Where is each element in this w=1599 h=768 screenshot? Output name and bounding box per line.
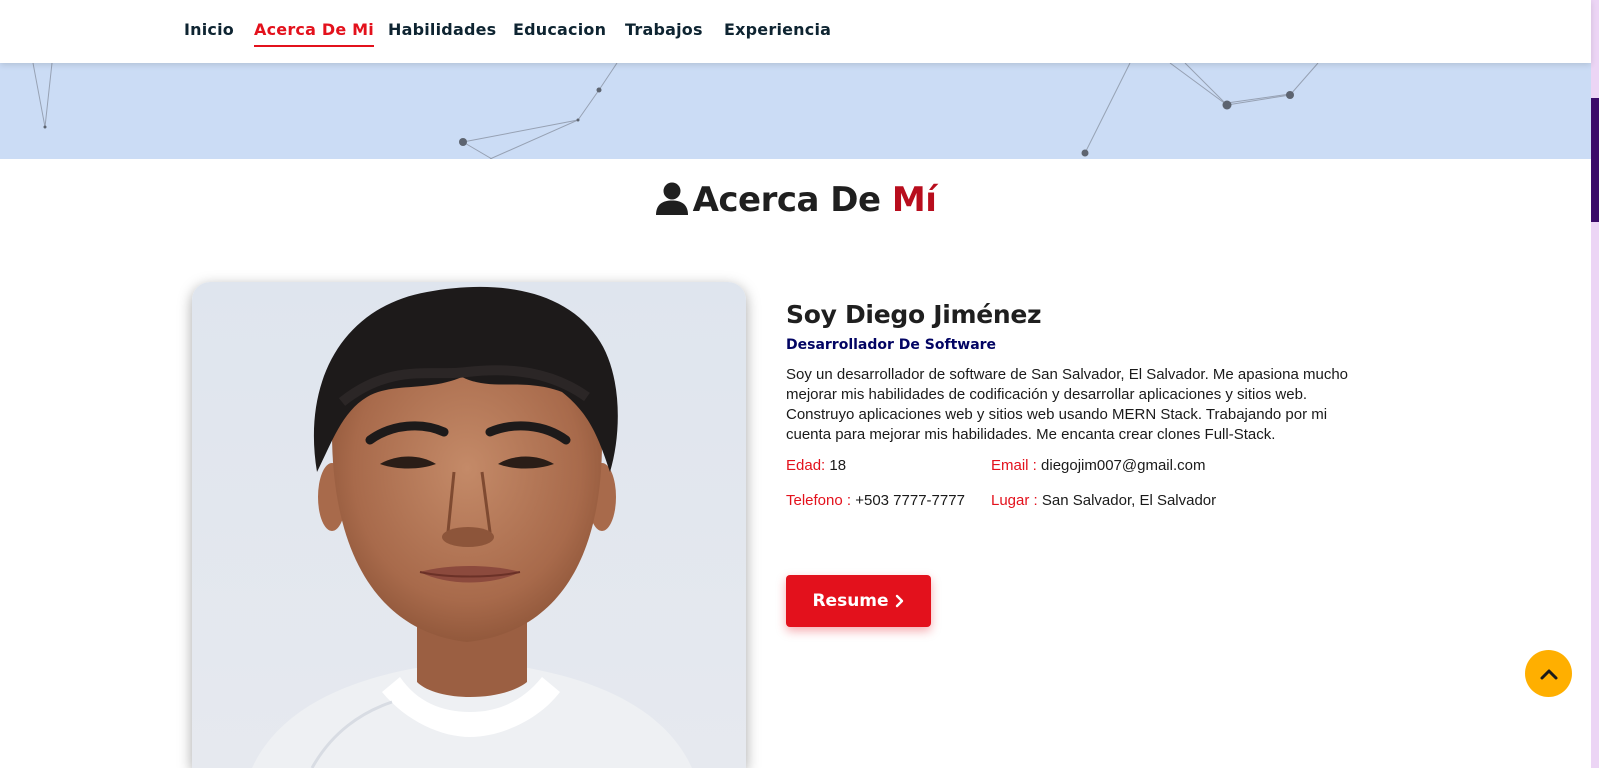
profile-bio: Soy un desarrollador de software de San … — [786, 366, 1349, 443]
chevron-right-icon — [895, 594, 903, 608]
email-label: Email : — [991, 457, 1037, 474]
resume-button-label: Resume — [812, 591, 889, 611]
section-title-main: Acerca De — [692, 180, 882, 220]
nav-item-trabajos[interactable]: Trabajos — [625, 20, 703, 45]
section-title-accent: Mí — [891, 180, 937, 220]
phone-label: Telefono : — [786, 492, 852, 509]
email-row: Email : diegojim007@gmail.com — [991, 457, 1205, 474]
phone-row: Telefono : +503 7777-7777 — [786, 492, 965, 509]
user-icon — [655, 182, 688, 215]
place-value: San Salvador, El Salvador — [1041, 492, 1217, 509]
nav-item-inicio[interactable]: Inicio — [184, 20, 234, 45]
age-label: Edad: — [786, 457, 826, 474]
profile-role: Desarrollador De Software — [786, 337, 997, 353]
particle-banner — [0, 63, 1591, 159]
particle-network — [32, 63, 1319, 159]
place-label: Lugar : — [991, 492, 1038, 509]
place-row: Lugar : San Salvador, El Salvador — [991, 492, 1216, 509]
scrollbar-thumb[interactable] — [1591, 98, 1599, 222]
phone-value: +503 7777-7777 — [855, 492, 965, 509]
nav-item-acerca-de-mi[interactable]: Acerca De Mi — [254, 20, 374, 47]
profile-content: Soy Diego Jiménez Desarrollador De Softw… — [786, 300, 1366, 537]
section-title: Acerca De Mí — [0, 180, 1591, 220]
resume-button[interactable]: Resume — [786, 575, 931, 627]
nav-item-experiencia[interactable]: Experiencia — [724, 20, 831, 45]
scroll-top-button[interactable] — [1525, 650, 1572, 697]
email-value: diegojim007@gmail.com — [1041, 457, 1206, 474]
nav-item-habilidades[interactable]: Habilidades — [388, 20, 496, 45]
chevron-up-icon — [1540, 669, 1557, 679]
profile-portrait — [252, 286, 692, 768]
age-value: 18 — [829, 457, 847, 474]
age-row: Edad: 18 — [786, 457, 846, 474]
profile-name: Soy Diego Jiménez — [786, 300, 1042, 329]
nav-item-educacion[interactable]: Educacion — [513, 20, 606, 45]
profile-info: Edad: 18 Email : diegojim007@gmail.com T… — [786, 457, 1366, 537]
top-navbar: Inicio Acerca De Mi Habilidades Educacio… — [0, 0, 1591, 63]
profile-photo — [192, 282, 746, 768]
scrollbar-track[interactable] — [1591, 0, 1599, 768]
